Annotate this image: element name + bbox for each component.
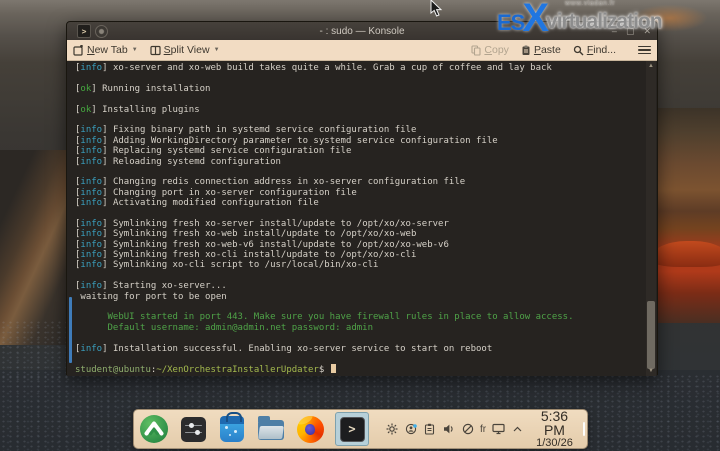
clipboard-icon[interactable] (423, 423, 436, 436)
scroll-down-icon[interactable]: ▼ (647, 367, 655, 375)
wallpaper-boat-left (0, 150, 66, 345)
terminal-scrollbar[interactable]: ▲ ▼ (646, 61, 656, 376)
discover-icon (220, 416, 244, 442)
hamburger-menu-button[interactable] (638, 46, 651, 55)
updates-icon[interactable] (385, 423, 398, 436)
copy-icon (471, 45, 481, 56)
terminal-line: [info] Changing port in xo-server config… (75, 188, 643, 198)
system-tray: fr (385, 423, 524, 436)
terminal-line: [info] Starting xo-server... (75, 281, 643, 291)
system-settings-button[interactable] (179, 415, 207, 443)
terminal-line: [info] Symlinking fresh xo-server instal… (75, 219, 643, 229)
terminal-cursor (331, 364, 336, 373)
terminal-line: [info] Reloading systemd configuration (75, 157, 643, 167)
file-manager-icon (258, 418, 284, 440)
clock-time: 5:36 PM (536, 409, 573, 438)
wallpaper-pebbles-left (0, 320, 68, 380)
terminal-line: [info] Adding WorkingDirectory parameter… (75, 136, 643, 146)
paste-icon (521, 45, 531, 56)
terminal-line (75, 167, 643, 177)
wallpaper-boats-right (654, 108, 720, 323)
konsole-task-button[interactable]: > (335, 412, 369, 446)
search-icon (573, 45, 584, 56)
terminal-line: [info] Symlinking fresh xo-web-v6 instal… (75, 240, 643, 250)
minimize-button[interactable]: – (612, 26, 617, 37)
terminal-line (75, 94, 643, 104)
display-icon[interactable] (492, 423, 505, 436)
terminal-line (75, 73, 643, 83)
file-manager-button[interactable] (257, 415, 285, 443)
keyboard-layout-indicator[interactable]: fr (480, 424, 486, 435)
terminal-line (75, 115, 643, 125)
terminal-line (75, 271, 643, 281)
terminal-line: [info] Changing redis connection address… (75, 177, 643, 187)
terminal-line: [info] xo-server and xo-web build takes … (75, 63, 643, 73)
terminal-line: [info] Symlinking xo-cli script to /usr/… (75, 260, 643, 270)
digital-clock[interactable]: 5:36 PM 1/30/26 (536, 409, 573, 450)
terminal-line: waiting for port to be open (75, 292, 643, 302)
paste-label: Paste (534, 44, 561, 56)
terminal-line (75, 208, 643, 218)
scrollbar-thumb[interactable] (647, 301, 655, 369)
window-title: - : sudo — Konsole (67, 26, 657, 37)
close-button[interactable]: ✕ (643, 26, 651, 37)
paste-button[interactable]: Paste (521, 44, 561, 56)
firefox-button[interactable] (296, 415, 324, 443)
application-launcher-button[interactable] (140, 415, 168, 443)
maximize-button[interactable]: ▢ (626, 26, 635, 37)
volume-icon[interactable] (442, 423, 455, 436)
show-desktop-button[interactable] (583, 422, 585, 436)
shell-prompt: student@ubuntu:~/XenOrchestraInstallerUp… (75, 364, 643, 374)
split-view-icon (150, 45, 161, 56)
new-tab-icon (73, 45, 84, 56)
terminal-line (75, 354, 643, 364)
find-label: Find... (587, 44, 616, 56)
taskbar-panel: > fr 5:36 PM 1/30/26 (133, 409, 588, 449)
terminal-line (75, 302, 643, 312)
scroll-up-icon[interactable]: ▲ (647, 62, 655, 70)
system-settings-icon (181, 417, 206, 442)
user-switch-icon[interactable] (404, 423, 417, 436)
new-tab-label: New Tab (87, 44, 128, 56)
terminal-line: [info] Activating modified configuration… (75, 198, 643, 208)
terminal-line: [info] Replacing systemd service configu… (75, 146, 643, 156)
tray-expand-icon[interactable] (511, 423, 524, 436)
terminal-line: [info] Symlinking fresh xo-web install/u… (75, 229, 643, 239)
new-output-indicator (69, 297, 72, 363)
terminal-line: [ok] Running installation (75, 84, 643, 94)
new-tab-button[interactable]: New Tab ▼ (73, 44, 138, 56)
terminal-line: WebUI started in port 443. Make sure you… (75, 312, 643, 322)
copy-label: Copy (484, 44, 509, 56)
terminal-line: Default username: admin@admin.net passwo… (75, 323, 643, 333)
split-view-caret-icon[interactable]: ▼ (214, 47, 220, 53)
network-icon[interactable] (461, 423, 474, 436)
terminal-line (75, 333, 643, 343)
konsole-window: > - : sudo — Konsole – ▢ ✕ New Tab ▼ Spl… (66, 21, 658, 375)
mouse-cursor (430, 0, 444, 23)
terminal-output: [info] xo-server and xo-web build takes … (75, 63, 643, 375)
copy-button[interactable]: Copy (471, 44, 509, 56)
terminal-line: [info] Installation successful. Enabling… (75, 344, 643, 354)
terminal-viewport[interactable]: [info] xo-server and xo-web build takes … (67, 61, 657, 376)
find-button[interactable]: Find... (573, 44, 616, 56)
terminal-line: [info] Fixing binary path in systemd ser… (75, 125, 643, 135)
konsole-task-icon: > (340, 417, 365, 442)
discover-button[interactable] (218, 415, 246, 443)
split-view-label: Split View (164, 44, 210, 56)
split-view-button[interactable]: Split View ▼ (150, 44, 220, 56)
window-titlebar[interactable]: > - : sudo — Konsole – ▢ ✕ (67, 22, 657, 40)
terminal-line: [ok] Installing plugins (75, 105, 643, 115)
clock-date: 1/30/26 (536, 438, 573, 450)
new-tab-caret-icon[interactable]: ▼ (132, 47, 138, 53)
firefox-icon (297, 416, 324, 443)
terminal-line: [info] Symlinking fresh xo-cli install/u… (75, 250, 643, 260)
konsole-toolbar: New Tab ▼ Split View ▼ Copy Paste (67, 40, 657, 61)
application-launcher-icon (140, 415, 168, 443)
